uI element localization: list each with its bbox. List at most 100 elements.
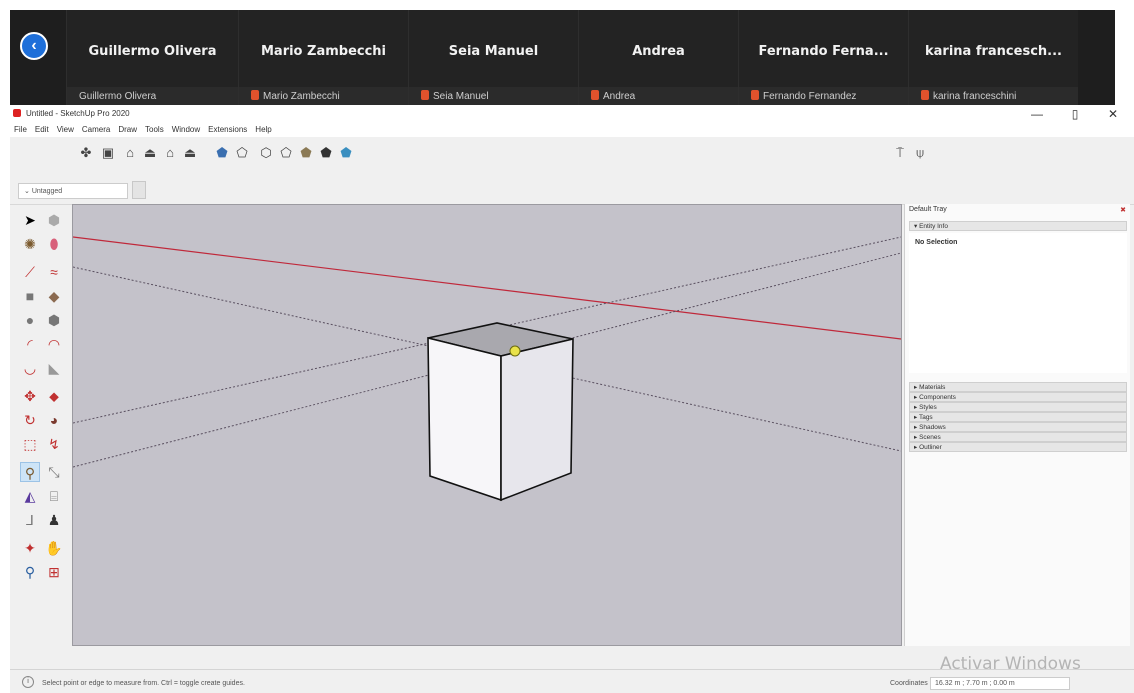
participant-name: karina francesch... — [925, 44, 1062, 59]
close-button[interactable]: ✕ — [1098, 106, 1128, 122]
move-tool-icon[interactable]: ✥ — [20, 386, 40, 406]
tag-pencil-button[interactable] — [132, 181, 146, 199]
tag-select[interactable]: ⌄ Untagged — [18, 183, 128, 199]
shaded-style-icon[interactable]: ⬟ — [298, 145, 314, 161]
pin-icon[interactable]: ✖ — [1120, 206, 1126, 214]
tray-panel-shadows[interactable]: ▸ Shadows — [909, 422, 1127, 432]
line-tool-icon[interactable]: ⟋ — [20, 262, 40, 282]
participant-label: Fernando Fernandez — [763, 91, 857, 102]
tray-panel-styles[interactable]: ▸ Styles — [909, 402, 1127, 412]
zoom-tool-icon[interactable]: ⚲ — [20, 562, 40, 582]
select-tool-icon[interactable]: ➤ — [20, 210, 40, 230]
shaded-textures-style-icon[interactable]: ⬟ — [318, 145, 334, 161]
info-icon[interactable]: i — [22, 676, 34, 688]
monochrome-style-icon[interactable]: ⬟ — [338, 145, 354, 161]
wireframe-style-icon[interactable]: ⬡ — [258, 145, 274, 161]
rectangle-tool-icon[interactable]: ■ — [20, 286, 40, 306]
axes-tool-icon[interactable]: ⅃ — [20, 510, 40, 530]
participant-tile[interactable]: Mario Zambecchi Mario Zambecchi — [238, 10, 408, 105]
tray-title: Default Tray — [909, 206, 947, 213]
dimension-tool-icon[interactable]: ⤡ — [44, 462, 64, 482]
call-participants-bar: ‹ Guillermo Olivera Guillermo Olivera Ma… — [10, 10, 1115, 105]
back-view-icon[interactable]: ⌂ — [162, 145, 178, 161]
menu-view[interactable]: View — [53, 123, 78, 134]
two-point-arc-icon[interactable]: ◠ — [44, 334, 64, 354]
no-selection-label: No Selection — [915, 239, 958, 246]
entity-info-header[interactable]: ▾ Entity Info — [909, 221, 1127, 231]
participant-tile[interactable]: Fernando Ferna... Fernando Fernandez — [738, 10, 908, 105]
menu-draw[interactable]: Draw — [114, 123, 141, 134]
menu-file[interactable]: File — [10, 123, 31, 134]
participant-label: Mario Zambecchi — [263, 91, 340, 102]
offset-tool-icon[interactable]: ↯ — [44, 434, 64, 454]
model-viewport[interactable] — [72, 204, 902, 646]
participant-tile[interactable]: Seia Manuel Seia Manuel — [408, 10, 578, 105]
window-title: Untitled - SketchUp Pro 2020 — [26, 109, 130, 118]
minimize-button[interactable]: — — [1022, 106, 1052, 122]
menu-help[interactable]: Help — [251, 123, 275, 134]
chevron-left-icon[interactable]: ‹ — [20, 32, 48, 60]
top-view-icon[interactable]: ▣ — [100, 145, 116, 161]
participant-tile[interactable]: karina francesch... karina franceschini — [908, 10, 1078, 105]
participant-tile[interactable]: Guillermo Olivera Guillermo Olivera — [66, 10, 238, 105]
rotate-tool-icon[interactable]: ↻ — [20, 410, 40, 430]
pie-tool-icon[interactable]: ◣ — [44, 358, 64, 378]
pan-tool-icon[interactable]: ✋ — [44, 538, 64, 558]
text-tool-icon[interactable]: ⌸ — [44, 486, 64, 506]
participant-name: Fernando Ferna... — [758, 44, 889, 59]
orbit-tool-icon[interactable]: ✦ — [20, 538, 40, 558]
left-view-icon[interactable]: ⏏ — [182, 145, 198, 161]
menu-camera[interactable]: Camera — [78, 123, 114, 134]
activate-windows-watermark: Activar Windows — [940, 654, 1081, 674]
zoom-window-icon[interactable]: ⊞ — [44, 562, 64, 582]
3d-text-icon[interactable]: ♟ — [44, 510, 64, 530]
viewport-canvas — [72, 236, 902, 502]
coordinates-field[interactable]: 16.32 m ; 7.70 m ; 0.00 m — [930, 677, 1070, 690]
menu-edit[interactable]: Edit — [31, 123, 53, 134]
protractor-icon[interactable]: ◭ — [20, 486, 40, 506]
maximize-button[interactable]: ▯ — [1060, 106, 1090, 122]
eraser-icon[interactable]: ⬮ — [44, 234, 64, 254]
participant-label: Guillermo Olivera — [79, 91, 157, 102]
tool-palette: ➤ ⬢ ✺ ⬮ ⟋ ≈ ■ ◆ ● ⬢ ◜ ◠ ◡ ◣ ✥ ⬥ ↻ ◕ ⬚ ↯ … — [18, 206, 72, 646]
tray-panel-scenes[interactable]: ▸ Scenes — [909, 432, 1127, 442]
tags-toolbar: ⌄ Untagged — [10, 177, 1134, 205]
display-section-icon[interactable]: ⍦ — [912, 145, 928, 161]
section-plane-icon[interactable]: ⍑ — [892, 145, 908, 161]
tray-panel-materials[interactable]: ▸ Materials — [909, 382, 1127, 392]
menu-extensions[interactable]: Extensions — [204, 123, 251, 134]
title-bar: Untitled - SketchUp Pro 2020 — ▯ ✕ — [10, 105, 1134, 123]
entity-info-panel: No Selection — [909, 233, 1127, 373]
cube-left-face[interactable] — [427, 336, 502, 502]
iso-view-icon[interactable]: ✤ — [78, 145, 94, 161]
mic-muted-icon — [251, 90, 259, 100]
participant-tile[interactable]: Andrea Andrea — [578, 10, 738, 105]
push-pull-icon[interactable]: ⬥ — [44, 386, 64, 406]
menu-window[interactable]: Window — [168, 123, 204, 134]
hidden-line-style-icon[interactable]: ⬠ — [278, 145, 294, 161]
right-view-icon[interactable]: ⏏ — [142, 145, 158, 161]
menu-tools[interactable]: Tools — [141, 123, 168, 134]
participant-name: Andrea — [632, 44, 685, 59]
follow-me-icon[interactable]: ◕ — [44, 410, 64, 430]
paint-bucket-icon[interactable]: ✺ — [20, 234, 40, 254]
tray-panel-tags[interactable]: ▸ Tags — [909, 412, 1127, 422]
make-component-icon[interactable]: ⬢ — [44, 210, 64, 230]
scale-tool-icon[interactable]: ⬚ — [20, 434, 40, 454]
tape-measure-icon[interactable]: ⚲ — [20, 462, 40, 482]
front-view-icon[interactable]: ⌂ — [122, 145, 138, 161]
three-point-arc-icon[interactable]: ◡ — [20, 358, 40, 378]
circle-tool-icon[interactable]: ● — [20, 310, 40, 330]
polygon-tool-icon[interactable]: ⬢ — [44, 310, 64, 330]
arc-tool-icon[interactable]: ◜ — [20, 334, 40, 354]
cube-right-face[interactable] — [500, 337, 574, 502]
mic-muted-icon — [751, 90, 759, 100]
back-edges-style-icon[interactable]: ⬠ — [234, 145, 250, 161]
participant-name: Guillermo Olivera — [88, 44, 217, 59]
xray-style-icon[interactable]: ⬟ — [214, 145, 230, 161]
status-text: Select point or edge to measure from. Ct… — [42, 680, 245, 687]
tray-panel-components[interactable]: ▸ Components — [909, 392, 1127, 402]
rotated-rectangle-icon[interactable]: ◆ — [44, 286, 64, 306]
tray-panel-outliner[interactable]: ▸ Outliner — [909, 442, 1127, 452]
freehand-tool-icon[interactable]: ≈ — [44, 262, 64, 282]
